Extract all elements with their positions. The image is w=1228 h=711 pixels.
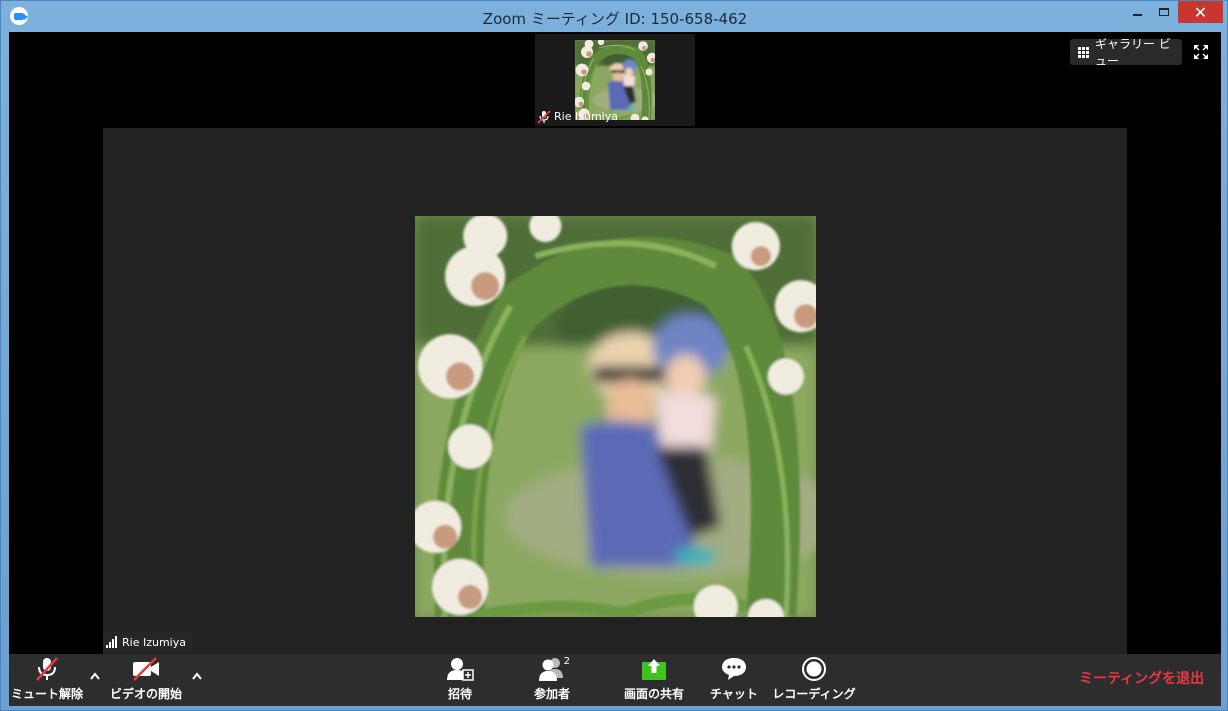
thumbnail-video[interactable]: Rie Izumiya [535, 34, 695, 126]
chat-button[interactable]: チャット [706, 654, 762, 706]
audio-options-caret-icon[interactable] [89, 666, 101, 680]
leave-meeting-button[interactable]: ミーティングを退出 [1079, 668, 1204, 688]
unmute-label: ミュート解除 [10, 687, 83, 701]
meeting-client-area: Rie Izumiya ギャラリー ビュー Rie Izumiya ミュート解除… [9, 32, 1221, 706]
invite-label: 招待 [447, 687, 472, 701]
share-screen-icon [634, 654, 674, 684]
active-speaker-name-tag: Rie Izumiya [103, 631, 192, 653]
thumbnail-participant-name: Rie Izumiya [554, 110, 618, 123]
maximize-button[interactable] [1151, 1, 1177, 23]
record-label: レコーディング [772, 687, 856, 701]
active-speaker-video[interactable]: Rie Izumiya [103, 128, 1127, 654]
zoom-meeting-window: Zoom ミーティング ID: 150-658-462 ✕ Rie Izumiy… [0, 0, 1228, 711]
invite-button[interactable]: 招待 [433, 654, 487, 706]
unmute-button[interactable]: ミュート解除 [9, 654, 85, 706]
gallery-view-button[interactable]: ギャラリー ビュー [1070, 37, 1182, 68]
meeting-toolbar: ミュート解除 ビデオの開始 招待 2 参加者 画面の共有 チャット レコーディン… [9, 654, 1221, 706]
participants-count: 2 [563, 656, 570, 667]
mic-muted-icon [537, 109, 551, 124]
add-user-icon [440, 654, 480, 684]
grid-icon [1078, 46, 1089, 58]
fullscreen-icon[interactable] [1193, 44, 1209, 60]
thumbnail-name-tag: Rie Izumiya [537, 108, 618, 125]
title-bar[interactable]: Zoom ミーティング ID: 150-658-462 ✕ [1, 1, 1228, 32]
record-button[interactable]: レコーディング [772, 654, 856, 706]
close-button[interactable]: ✕ [1178, 1, 1223, 23]
chat-icon [714, 654, 754, 684]
share-screen-label: 画面の共有 [623, 687, 684, 701]
record-icon [794, 654, 834, 684]
window-title: Zoom ミーティング ID: 150-658-462 [482, 10, 748, 28]
minimize-button[interactable] [1124, 1, 1150, 23]
start-video-button[interactable]: ビデオの開始 [107, 654, 185, 706]
share-screen-button[interactable]: 画面の共有 [614, 654, 694, 706]
mic-muted-icon [27, 654, 67, 684]
active-speaker-name: Rie Izumiya [122, 635, 186, 649]
participants-button[interactable]: 2 参加者 [525, 654, 579, 706]
video-options-caret-icon[interactable] [191, 666, 203, 680]
participants-icon: 2 [532, 654, 572, 684]
chat-label: チャット [710, 687, 758, 701]
start-video-label: ビデオの開始 [109, 687, 182, 701]
gallery-view-label: ギャラリー ビュー [1095, 37, 1171, 68]
active-speaker-video-image [415, 216, 816, 617]
video-off-icon [126, 654, 166, 684]
signal-strength-icon [106, 636, 117, 648]
participants-label: 参加者 [533, 687, 570, 701]
